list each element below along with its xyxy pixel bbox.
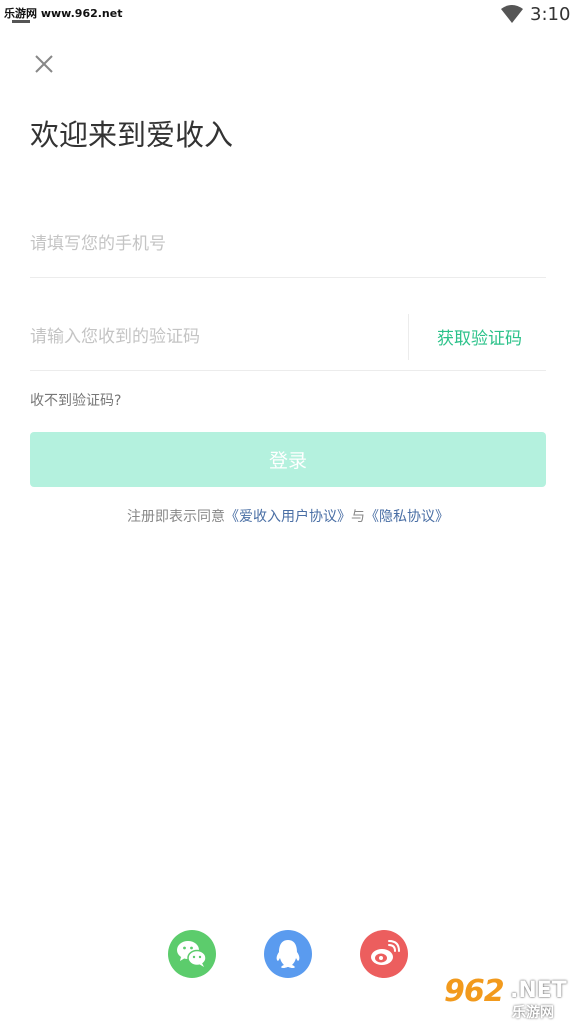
privacy-link[interactable]: 《隐私协议》 bbox=[365, 509, 449, 525]
status-indicator bbox=[12, 20, 30, 23]
weibo-icon bbox=[371, 940, 400, 965]
watermark-text: 乐游网 www.962.net bbox=[4, 7, 123, 20]
weibo-login-button[interactable] bbox=[360, 930, 408, 978]
wifi-icon bbox=[501, 5, 523, 23]
phone-field-row bbox=[30, 210, 546, 278]
phone-input[interactable] bbox=[30, 210, 546, 277]
status-bar: 乐游网 www.962.net 3:10 bbox=[0, 0, 576, 30]
watermark-suffix: .NET bbox=[510, 978, 567, 1003]
user-agreement-link[interactable]: 《爱收入用户协议》 bbox=[225, 509, 351, 525]
code-field-row: 获取验证码 bbox=[30, 303, 546, 371]
close-icon bbox=[35, 55, 53, 73]
get-code-button[interactable]: 获取验证码 bbox=[437, 324, 522, 349]
site-watermark: 962 .NET 乐游网 bbox=[438, 974, 572, 1021]
agreement-prefix: 注册即表示同意 bbox=[127, 509, 225, 525]
status-time: 3:10 bbox=[530, 4, 571, 25]
qq-icon bbox=[276, 940, 300, 968]
wechat-login-button[interactable] bbox=[168, 930, 216, 978]
agreement-text: 注册即表示同意《爱收入用户协议》与《隐私协议》 bbox=[0, 506, 576, 526]
field-divider bbox=[408, 313, 409, 360]
wechat-icon bbox=[177, 941, 207, 967]
page-title: 欢迎来到爱收入 bbox=[30, 118, 234, 152]
watermark-number: 962 bbox=[444, 974, 505, 1009]
close-button[interactable] bbox=[30, 50, 58, 78]
login-button[interactable]: 登录 bbox=[30, 432, 546, 487]
watermark-cn: 乐游网 bbox=[512, 1005, 554, 1021]
verification-code-input[interactable] bbox=[30, 303, 408, 370]
no-code-link[interactable]: 收不到验证码? bbox=[30, 390, 121, 410]
qq-login-button[interactable] bbox=[264, 930, 312, 978]
agreement-joiner: 与 bbox=[351, 509, 365, 525]
